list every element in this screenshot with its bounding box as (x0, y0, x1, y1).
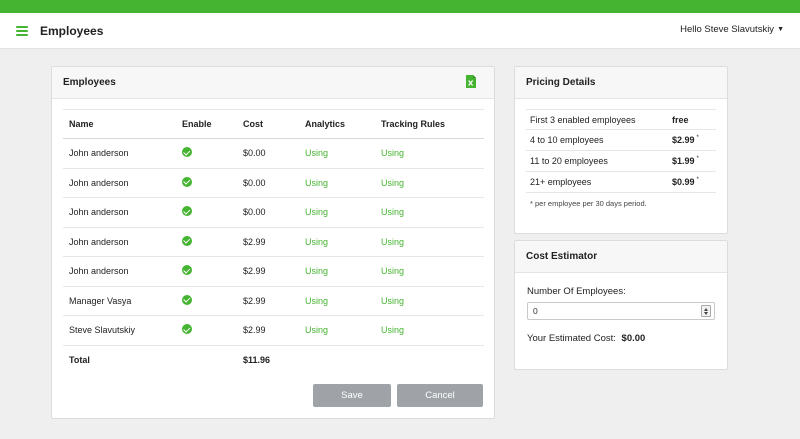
employees-count-label: Number Of Employees: (527, 286, 626, 297)
employee-cost: $0.00 (243, 207, 266, 218)
pricing-details-card: Pricing Details First 3 enabled employee… (514, 66, 728, 234)
enabled-check-icon[interactable] (182, 176, 192, 187)
table-row: Manager Vasya $2.99 Using Using (63, 287, 484, 316)
enabled-check-icon[interactable] (182, 324, 192, 335)
pricing-footnote: * per employee per 30 days period. (530, 199, 647, 208)
top-accent-bar (0, 0, 800, 13)
tracking-rules-link[interactable]: Using (381, 296, 404, 306)
column-header-name[interactable]: Name (69, 119, 94, 129)
analytics-link[interactable]: Using (305, 266, 328, 276)
employee-cost: $2.99 (243, 325, 266, 336)
pricing-tier-price: $0.99 * (672, 177, 699, 187)
estimator-card-title: Cost Estimator (526, 251, 598, 262)
enabled-check-icon[interactable] (182, 206, 192, 217)
pricing-tier-price: free (672, 114, 689, 125)
analytics-link[interactable]: Using (305, 325, 328, 335)
employees-card-title: Employees (63, 77, 116, 88)
analytics-link[interactable]: Using (305, 237, 328, 247)
analytics-link[interactable]: Using (305, 207, 328, 217)
pricing-tier-price: $2.99 * (672, 135, 699, 145)
total-row: Total $11.96 (63, 346, 484, 376)
user-greeting: Hello Steve Slavutskiy (680, 24, 775, 35)
pricing-table: First 3 enabled employees free 4 to 10 e… (526, 109, 716, 193)
pricing-tier-label: 11 to 20 employees (530, 156, 608, 166)
employee-name: John anderson (69, 177, 129, 188)
estimated-cost-label: Your Estimated Cost: (527, 333, 616, 344)
employee-name: John anderson (69, 148, 129, 159)
page-title: Employees (40, 24, 104, 38)
employee-name: John anderson (69, 266, 129, 277)
table-row: John anderson $2.99 Using Using (63, 228, 484, 257)
employee-cost: $2.99 (243, 295, 266, 306)
column-header-analytics[interactable]: Analytics (305, 119, 345, 129)
enabled-check-icon[interactable] (182, 265, 192, 276)
column-header-tracking-rules[interactable]: Tracking Rules (381, 119, 445, 129)
employee-cost: $2.99 (243, 266, 266, 277)
cancel-button[interactable]: Cancel (397, 384, 483, 407)
pricing-tier-label: First 3 enabled employees (530, 114, 636, 125)
table-header-row: Name Enable Cost Analytics Tracking Rule… (63, 109, 484, 139)
pricing-card-header: Pricing Details (515, 67, 727, 99)
pricing-tier-label: 21+ employees (530, 177, 592, 187)
excel-export-icon[interactable] (466, 75, 476, 88)
pricing-row: 21+ employees $0.99 * (526, 172, 716, 193)
pricing-row: First 3 enabled employees free (526, 109, 716, 130)
employees-card: Employees Name Enable Cost Analytics Tra… (51, 66, 495, 419)
estimator-card-header: Cost Estimator (515, 241, 727, 273)
pricing-card-title: Pricing Details (526, 77, 596, 88)
column-header-cost[interactable]: Cost (243, 119, 263, 129)
employees-count-input[interactable] (527, 302, 715, 320)
employees-table: Name Enable Cost Analytics Tracking Rule… (63, 109, 484, 375)
tracking-rules-link[interactable]: Using (381, 207, 404, 217)
table-row: John anderson $2.99 Using Using (63, 257, 484, 287)
enabled-check-icon[interactable] (182, 235, 192, 246)
user-menu[interactable]: Hello Steve Slavutskiy ▼ (680, 24, 784, 35)
save-button[interactable]: Save (313, 384, 391, 407)
tracking-rules-link[interactable]: Using (381, 148, 404, 158)
employees-card-header: Employees (52, 67, 494, 99)
employee-name: John anderson (69, 236, 129, 247)
pricing-tier-label: 4 to 10 employees (530, 135, 604, 145)
pricing-row: 4 to 10 employees $2.99 * (526, 130, 716, 151)
employee-name: Manager Vasya (69, 295, 132, 306)
employee-cost: $2.99 (243, 236, 266, 247)
estimated-cost: Your Estimated Cost: $0.00 (527, 333, 645, 344)
pricing-row: 11 to 20 employees $1.99 * (526, 151, 716, 172)
cost-estimator-card: Cost Estimator Number Of Employees: Your… (514, 240, 728, 370)
tracking-rules-link[interactable]: Using (381, 237, 404, 247)
pricing-tier-price: $1.99 * (672, 156, 699, 166)
tracking-rules-link[interactable]: Using (381, 266, 404, 276)
table-row: Steve Slavutskiy $2.99 Using Using (63, 316, 484, 346)
analytics-link[interactable]: Using (305, 296, 328, 306)
hamburger-icon[interactable] (16, 26, 28, 36)
table-row: John anderson $0.00 Using Using (63, 169, 484, 198)
employee-cost: $0.00 (243, 148, 266, 159)
analytics-link[interactable]: Using (305, 148, 328, 158)
table-row: John anderson $0.00 Using Using (63, 139, 484, 169)
employee-cost: $0.00 (243, 177, 266, 188)
employee-name: John anderson (69, 207, 129, 218)
employee-name: Steve Slavutskiy (69, 325, 136, 336)
number-stepper-icon[interactable] (701, 305, 711, 317)
analytics-link[interactable]: Using (305, 178, 328, 188)
column-header-enable[interactable]: Enable (182, 119, 212, 129)
tracking-rules-link[interactable]: Using (381, 178, 404, 188)
estimated-cost-value: $0.00 (621, 333, 646, 344)
tracking-rules-link[interactable]: Using (381, 325, 404, 335)
enabled-check-icon[interactable] (182, 147, 192, 158)
enabled-check-icon[interactable] (182, 294, 192, 305)
app-header: Employees Hello Steve Slavutskiy ▼ (0, 13, 800, 49)
table-row: John anderson $0.00 Using Using (63, 198, 484, 228)
total-cost: $11.96 (243, 355, 271, 366)
total-label: Total (69, 355, 90, 366)
caret-down-icon: ▼ (777, 26, 784, 33)
